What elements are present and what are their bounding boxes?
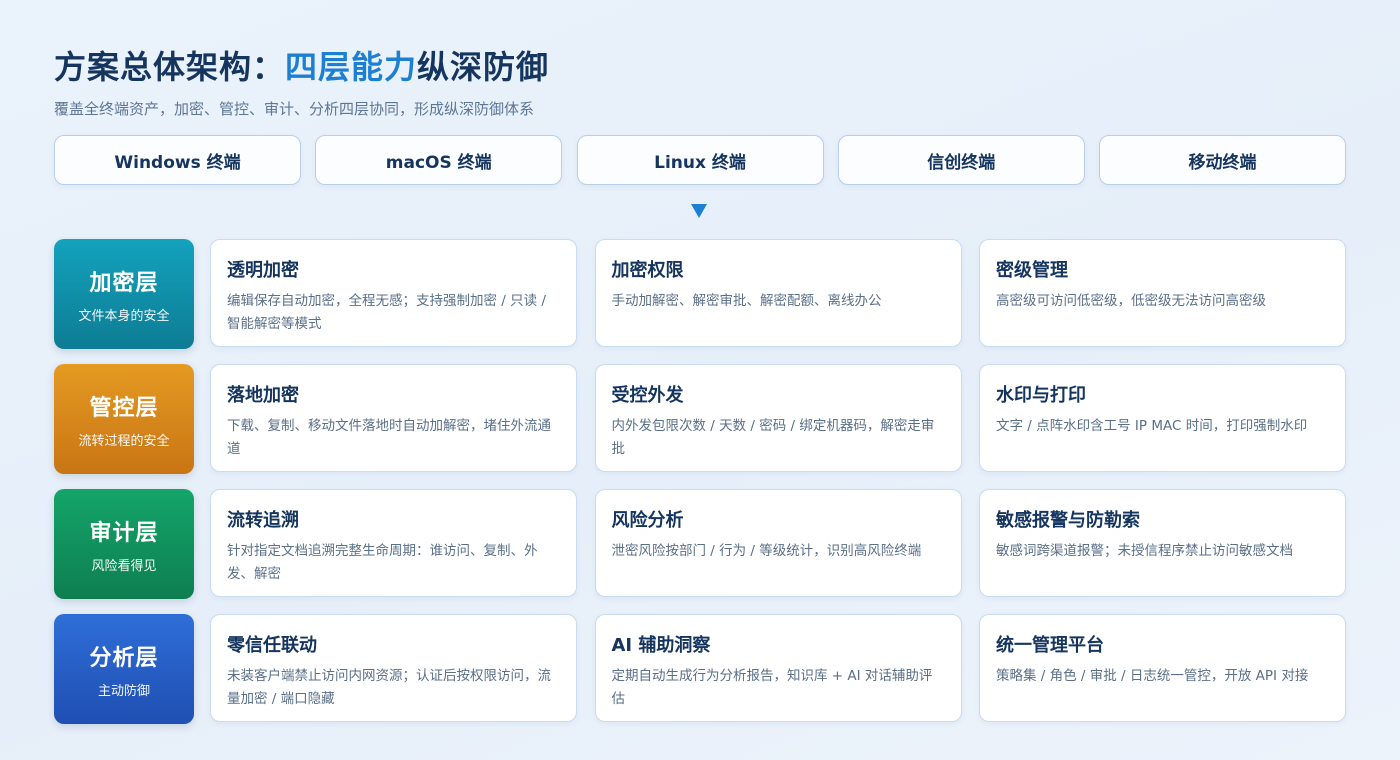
platform-xinchuang: 信创终端	[837, 135, 1085, 185]
capability-card: 敏感报警与防勒索 敏感词跨渠道报警；未授信程序禁止访问敏感文档	[979, 489, 1346, 597]
capability-cards: 透明加密 编辑保存自动加密，全程无感；支持强制加密 / 只读 / 智能解密等模式…	[210, 239, 1346, 350]
capability-card: 落地加密 下载、复制、移动文件落地时自动加解密，堵住外流通道	[210, 364, 577, 472]
capability-cards: 落地加密 下载、复制、移动文件落地时自动加解密，堵住外流通道 受控外发 内外发包…	[210, 364, 1346, 475]
card-desc: 未装客户端禁止访问内网资源；认证后按权限访问，流量加密 / 端口隐藏	[227, 668, 551, 707]
layer-row-audit: 审计层 风险看得见 流转追溯 针对指定文档追溯完整生命周期：谁访问、复制、外发、…	[54, 489, 1346, 600]
layer-label-control: 管控层 流转过程的安全	[54, 364, 194, 474]
page-title: 方案总体架构：四层能力纵深防御	[54, 42, 549, 88]
platform-windows: Windows 终端	[54, 135, 301, 185]
card-title: 统一管理平台	[996, 635, 1104, 656]
page-subtitle: 覆盖全终端资产，加密、管控、审计、分析四层协同，形成纵深防御体系	[54, 100, 535, 118]
layer-label-encryption: 加密层 文件本身的安全	[54, 239, 194, 349]
layer-label-audit: 审计层 风险看得见	[54, 489, 194, 599]
platform-row: Windows 终端 macOS 终端 Linux 终端 信创终端 移动终端	[54, 135, 1346, 185]
capability-card: 零信任联动 未装客户端禁止访问内网资源；认证后按权限访问，流量加密 / 端口隐藏	[210, 614, 577, 722]
platform-macos: macOS 终端	[315, 135, 563, 185]
capability-cards: 零信任联动 未装客户端禁止访问内网资源；认证后按权限访问，流量加密 / 端口隐藏…	[210, 614, 1346, 725]
layer-name: 分析层	[89, 645, 159, 671]
card-title: 受控外发	[611, 385, 684, 406]
layer-name: 加密层	[89, 270, 159, 296]
layer-row-analysis: 分析层 主动防御 零信任联动 未装客户端禁止访问内网资源；认证后按权限访问，流量…	[54, 614, 1346, 725]
card-title: 敏感报警与防勒索	[996, 510, 1140, 531]
card-desc: 泄密风险按部门 / 行为 / 等级统计，识别高风险终端	[611, 543, 922, 559]
card-title: 流转追溯	[227, 510, 299, 531]
layer-desc: 主动防御	[97, 683, 150, 699]
layer-row-encryption: 加密层 文件本身的安全 透明加密 编辑保存自动加密，全程无感；支持强制加密 / …	[54, 239, 1346, 350]
page-header: 方案总体架构：四层能力纵深防御 覆盖全终端资产，加密、管控、审计、分析四层协同，…	[54, 42, 549, 119]
layer-name: 审计层	[89, 520, 159, 546]
card-desc: 敏感词跨渠道报警；未授信程序禁止访问敏感文档	[996, 543, 1293, 559]
title-suffix: 纵深防御	[417, 48, 550, 86]
card-title: 加密权限	[611, 260, 684, 281]
card-desc: 定期自动生成行为分析报告，知识库 + AI 对话辅助评估	[611, 668, 933, 707]
card-desc: 针对指定文档追溯完整生命周期：谁访问、复制、外发、解密	[227, 543, 538, 582]
card-title: 水印与打印	[996, 385, 1086, 406]
card-title: 密级管理	[996, 260, 1068, 281]
capability-card: 统一管理平台 策略集 / 角色 / 审批 / 日志统一管控，开放 API 对接	[979, 614, 1346, 722]
layer-label-analysis: 分析层 主动防御	[54, 614, 194, 724]
card-desc: 内外发包限次数 / 天数 / 密码 / 绑定机器码，解密走审批	[611, 418, 935, 457]
capability-card: 加密权限 手动加解密、解密审批、解密配额、离线办公	[594, 239, 962, 347]
down-arrow-icon	[691, 204, 707, 218]
card-desc: 手动加解密、解密审批、解密配额、离线办公	[611, 293, 882, 309]
card-desc: 策略集 / 角色 / 审批 / 日志统一管控，开放 API 对接	[996, 668, 1309, 684]
card-title: AI 辅助洞察	[611, 635, 711, 656]
capability-card: 密级管理 高密级可访问低密级，低密级无法访问高密级	[979, 239, 1346, 347]
platform-linux: Linux 终端	[576, 135, 824, 185]
capability-cards: 流转追溯 针对指定文档追溯完整生命周期：谁访问、复制、外发、解密 风险分析 泄密…	[210, 489, 1346, 600]
title-accent: 四层能力	[285, 48, 418, 86]
card-title: 风险分析	[611, 510, 684, 531]
title-prefix: 方案总体架构：	[54, 48, 286, 86]
platform-mobile: 移动终端	[1099, 135, 1346, 185]
card-desc: 文字 / 点阵水印含工号 IP MAC 时间，打印强制水印	[996, 418, 1308, 434]
layer-row-control: 管控层 流转过程的安全 落地加密 下载、复制、移动文件落地时自动加解密，堵住外流…	[54, 364, 1346, 475]
capability-card: 流转追溯 针对指定文档追溯完整生命周期：谁访问、复制、外发、解密	[210, 489, 577, 597]
card-title: 透明加密	[227, 260, 299, 281]
capability-card: AI 辅助洞察 定期自动生成行为分析报告，知识库 + AI 对话辅助评估	[594, 614, 962, 722]
layer-desc: 风险看得见	[91, 558, 157, 574]
capability-card: 透明加密 编辑保存自动加密，全程无感；支持强制加密 / 只读 / 智能解密等模式	[210, 239, 577, 347]
card-title: 零信任联动	[227, 635, 317, 656]
card-desc: 高密级可访问低密级，低密级无法访问高密级	[996, 293, 1266, 309]
capability-card: 风险分析 泄密风险按部门 / 行为 / 等级统计，识别高风险终端	[594, 489, 962, 597]
capability-card: 水印与打印 文字 / 点阵水印含工号 IP MAC 时间，打印强制水印	[979, 364, 1346, 472]
layer-desc: 文件本身的安全	[78, 308, 170, 324]
card-desc: 下载、复制、移动文件落地时自动加解密，堵住外流通道	[227, 418, 551, 457]
layer-stack: 加密层 文件本身的安全 透明加密 编辑保存自动加密，全程无感；支持强制加密 / …	[54, 239, 1346, 725]
card-desc: 编辑保存自动加密，全程无感；支持强制加密 / 只读 / 智能解密等模式	[227, 293, 546, 332]
capability-card: 受控外发 内外发包限次数 / 天数 / 密码 / 绑定机器码，解密走审批	[594, 364, 962, 472]
layer-desc: 流转过程的安全	[78, 433, 170, 449]
layer-name: 管控层	[89, 395, 159, 421]
card-title: 落地加密	[227, 385, 299, 406]
